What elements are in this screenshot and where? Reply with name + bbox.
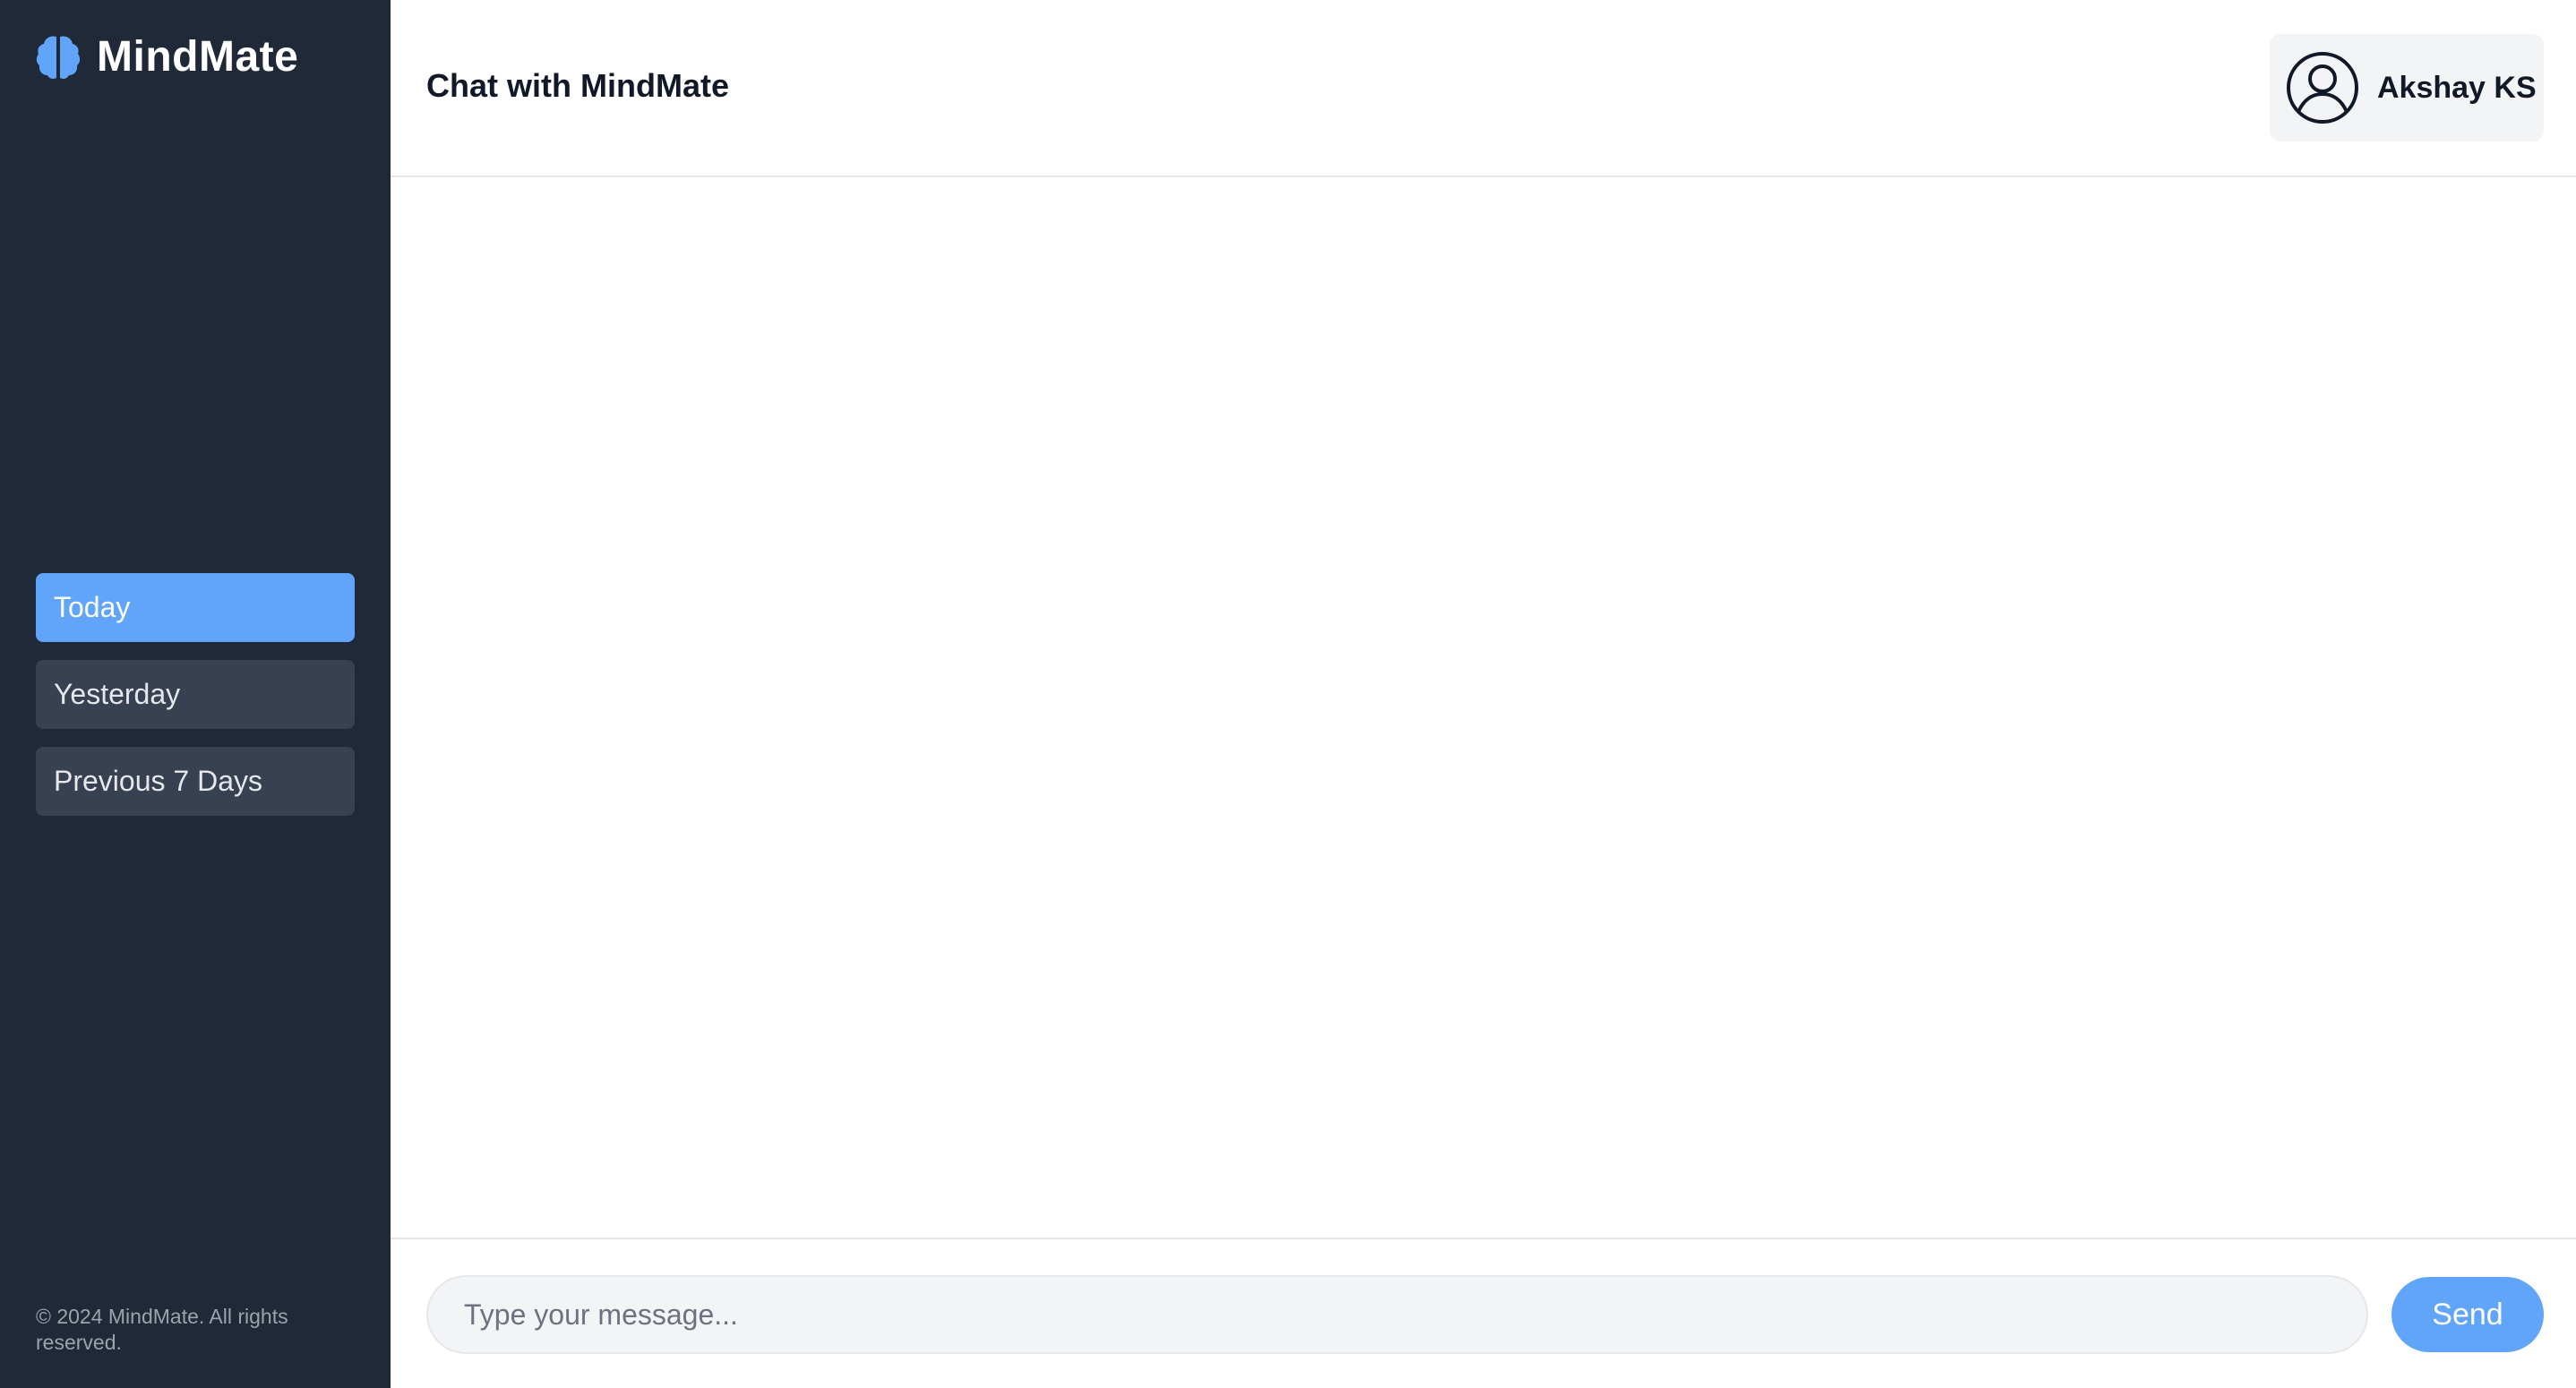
main-panel: Chat with MindMate Akshay KS Send xyxy=(391,0,2576,1388)
chat-header: Chat with MindMate Akshay KS xyxy=(391,0,2576,177)
sidebar-item-previous-7-days[interactable]: Previous 7 Days xyxy=(36,747,355,816)
user-circle-icon xyxy=(2287,52,2358,124)
copyright-footer: © 2024 MindMate. All rights reserved. xyxy=(36,1305,288,1354)
brand[interactable]: MindMate xyxy=(36,32,298,82)
sidebar-item-today[interactable]: Today xyxy=(36,573,355,642)
message-composer: Send xyxy=(391,1238,2576,1388)
message-area[interactable] xyxy=(391,177,2576,1238)
page-title: Chat with MindMate xyxy=(426,67,729,104)
sidebar-item-yesterday[interactable]: Yesterday xyxy=(36,660,355,729)
user-name: Akshay KS xyxy=(2377,70,2537,105)
message-input[interactable] xyxy=(426,1275,2368,1354)
app-root: MindMate Today Yesterday Previous 7 Days… xyxy=(0,0,2576,1388)
brain-icon xyxy=(36,36,81,79)
user-profile-button[interactable]: Akshay KS xyxy=(2270,34,2544,141)
send-button[interactable]: Send xyxy=(2391,1277,2544,1352)
history-nav: Today Yesterday Previous 7 Days xyxy=(36,573,355,834)
sidebar: MindMate Today Yesterday Previous 7 Days… xyxy=(0,0,391,1388)
app-name: MindMate xyxy=(97,33,299,81)
